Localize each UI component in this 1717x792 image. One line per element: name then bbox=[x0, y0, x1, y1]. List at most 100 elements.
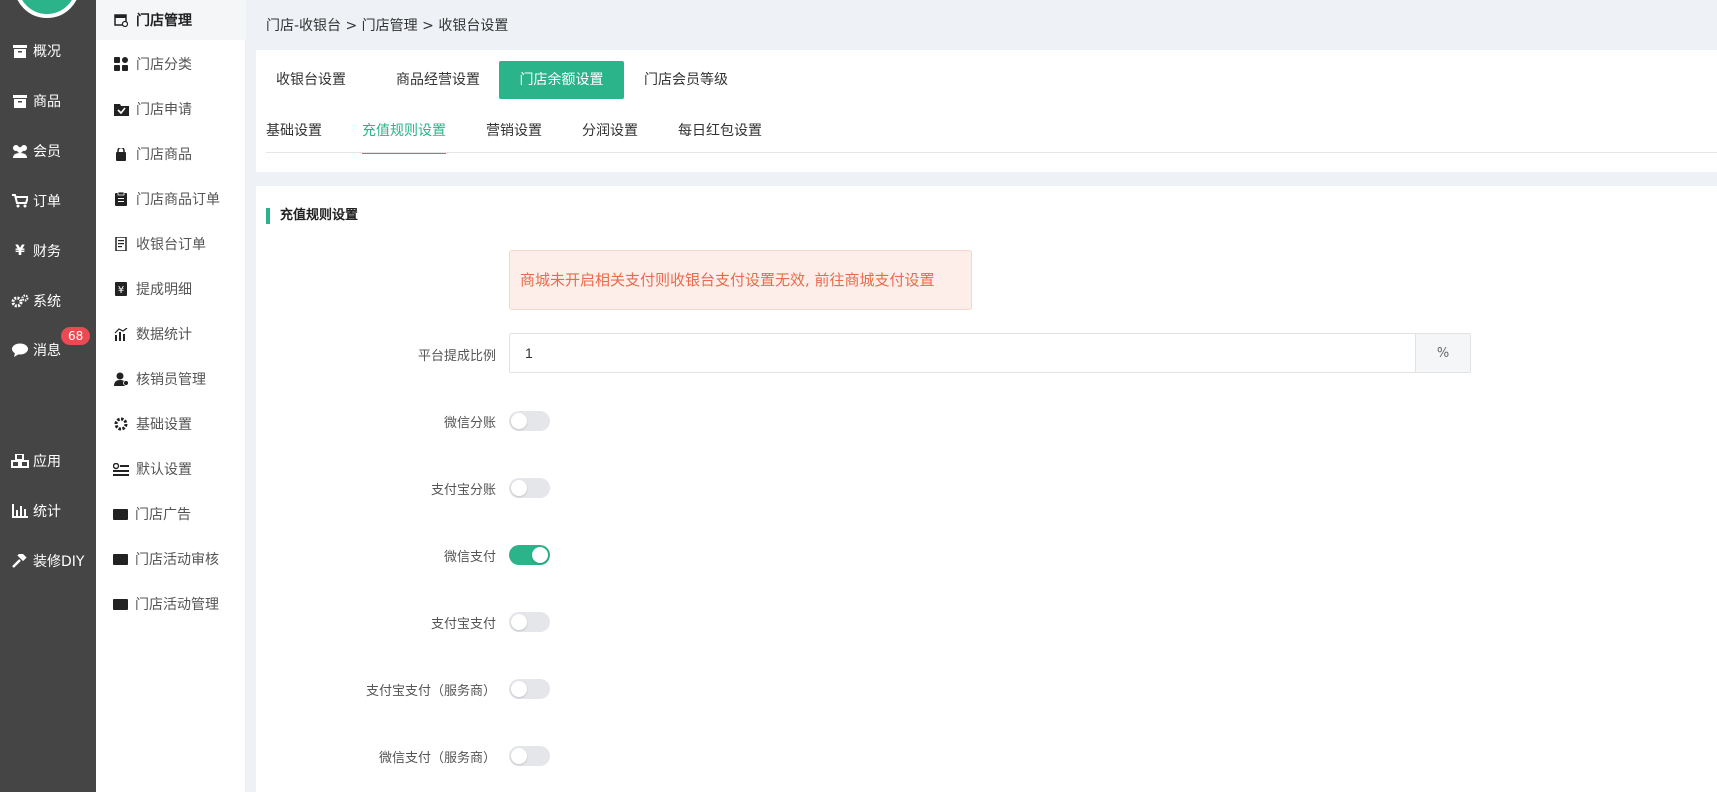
yen-note-icon: ¥ bbox=[113, 281, 129, 297]
subtab-profit-sharing[interactable]: 分润设置 bbox=[582, 122, 638, 154]
clipboard-icon bbox=[113, 191, 129, 207]
alipay-split-switch[interactable] bbox=[509, 478, 550, 498]
receipt-icon bbox=[113, 236, 129, 252]
nav-item-label: 应用 bbox=[33, 454, 61, 470]
sub-item-label: 门店申请 bbox=[136, 102, 192, 118]
sub-item-label: 数据统计 bbox=[136, 327, 192, 343]
main-sidebar: 概况 商品 会员 订单 ¥ 财务 系统 消息 68 应用 统计 装修DIY bbox=[0, 0, 96, 792]
commission-label: 平台提成比例 bbox=[417, 349, 496, 364]
wechat-pay-switch[interactable] bbox=[509, 545, 550, 565]
nav-item-diy[interactable]: 装修DIY bbox=[0, 541, 96, 581]
nav-item-finance[interactable]: ¥ 财务 bbox=[0, 231, 96, 271]
payment-warning-alert[interactable]: 商城未开启相关支付则收银台支付设置无效, 前往商城支付设置 bbox=[509, 250, 972, 310]
tab-store-member-levels[interactable]: 门店会员等级 bbox=[624, 61, 748, 99]
switch-knob bbox=[511, 614, 527, 630]
sub-item-store-goods[interactable]: 门店商品 bbox=[96, 134, 246, 174]
sub-item-store-goods-orders[interactable]: 门店商品订单 bbox=[96, 179, 246, 219]
commission-field: % bbox=[509, 333, 1471, 373]
switch-label: 支付宝分账 bbox=[430, 483, 496, 498]
percent-suffix: % bbox=[1415, 334, 1470, 372]
switch-label: 微信支付 bbox=[443, 550, 496, 565]
breadcrumb: 门店-收银台 > 门店管理 > 收银台设置 bbox=[266, 18, 509, 34]
logo-icon[interactable] bbox=[14, 0, 80, 18]
subtab-recharge-rules[interactable]: 充值规则设置 bbox=[362, 122, 446, 154]
sub-item-label: 门店管理 bbox=[136, 13, 192, 29]
sub-item-label: 门店商品 bbox=[136, 147, 192, 163]
sub-item-label: 门店商品订单 bbox=[136, 192, 220, 208]
sub-item-store-ads[interactable]: AD 门店广告 bbox=[96, 494, 246, 534]
subtab-daily-red-packet[interactable]: 每日红包设置 bbox=[678, 122, 762, 154]
sub-item-label: 基础设置 bbox=[136, 417, 192, 433]
tab-goods-operation-settings[interactable]: 商品经营设置 bbox=[376, 61, 500, 99]
alipay-provider-switch[interactable] bbox=[509, 679, 550, 699]
checked-folder-icon bbox=[113, 101, 129, 117]
cog-icon bbox=[113, 416, 129, 432]
nav-item-label: 财务 bbox=[33, 244, 61, 260]
nav-item-members[interactable]: 会员 bbox=[0, 131, 96, 171]
tab-cashier-settings[interactable]: 收银台设置 bbox=[256, 61, 366, 99]
sub-item-cashier-orders[interactable]: 收银台订单 bbox=[96, 224, 246, 264]
bag-icon bbox=[113, 146, 129, 162]
switch-knob bbox=[511, 681, 527, 697]
sub-item-label: 默认设置 bbox=[136, 462, 192, 478]
grid-icon bbox=[113, 56, 129, 72]
store-icon bbox=[113, 12, 129, 28]
user-check-icon bbox=[113, 371, 129, 387]
nav-item-system[interactable]: 系统 bbox=[0, 281, 96, 321]
nav-item-label: 订单 bbox=[33, 194, 61, 210]
list-settings-icon bbox=[113, 461, 129, 477]
sub-sidebar: 门店管理 门店分类 门店申请 门店商品 门店商品订单 收银台订单 ¥ 提成明细 bbox=[96, 0, 246, 792]
switch-label: 微信支付（服务商） bbox=[378, 751, 496, 766]
switch-label: 微信分账 bbox=[443, 416, 496, 431]
nav-item-goods[interactable]: 商品 bbox=[0, 81, 96, 121]
ad-icon: AD bbox=[113, 553, 128, 565]
subtab-marketing-settings[interactable]: 营销设置 bbox=[486, 122, 542, 154]
users-icon bbox=[11, 143, 29, 159]
sub-item-activity-management[interactable]: AD 门店活动管理 bbox=[96, 584, 246, 624]
archive-icon bbox=[11, 43, 29, 59]
section-title: 充值规则设置 bbox=[266, 208, 358, 224]
sub-item-label: 门店活动审核 bbox=[135, 552, 219, 568]
alipay-pay-switch[interactable] bbox=[509, 612, 550, 632]
wechat-provider-switch[interactable] bbox=[509, 746, 550, 766]
wechat-split-switch[interactable] bbox=[509, 411, 550, 431]
commission-input[interactable] bbox=[510, 334, 1415, 372]
sub-item-verifier-management[interactable]: 核销员管理 bbox=[96, 359, 246, 399]
switch-knob bbox=[511, 748, 527, 764]
switch-knob bbox=[511, 413, 527, 429]
nav-item-label: 概况 bbox=[33, 44, 61, 60]
sub-item-store-management[interactable]: 门店管理 bbox=[96, 0, 246, 40]
sub-item-label: 收银台订单 bbox=[136, 237, 206, 253]
nav-item-apps[interactable]: 应用 bbox=[0, 441, 96, 481]
bar-chart-icon bbox=[11, 503, 29, 519]
sub-item-store-application[interactable]: 门店申请 bbox=[96, 89, 246, 129]
sub-item-label: 门店广告 bbox=[135, 507, 191, 523]
nav-item-label: 商品 bbox=[33, 94, 61, 110]
svg-text:¥: ¥ bbox=[118, 285, 124, 296]
nav-item-label: 系统 bbox=[33, 294, 61, 310]
sub-item-store-category[interactable]: 门店分类 bbox=[96, 44, 246, 84]
yen-icon: ¥ bbox=[15, 243, 25, 259]
sub-item-label: 提成明细 bbox=[136, 282, 192, 298]
switch-knob bbox=[511, 480, 527, 496]
tab-store-balance-settings[interactable]: 门店余额设置 bbox=[499, 61, 624, 99]
ad-icon: AD bbox=[113, 598, 128, 610]
nav-item-label: 消息 bbox=[33, 343, 61, 359]
sub-item-default-settings[interactable]: 默认设置 bbox=[96, 449, 246, 489]
sub-item-data-stats[interactable]: 数据统计 bbox=[96, 314, 246, 354]
switch-label: 支付宝支付（服务商） bbox=[365, 684, 496, 699]
sub-item-activity-review[interactable]: AD 门店活动审核 bbox=[96, 539, 246, 579]
nav-item-orders[interactable]: 订单 bbox=[0, 181, 96, 221]
nav-item-overview[interactable]: 概况 bbox=[0, 31, 96, 71]
settings-tabs-card: 收银台设置 商品经营设置 门店余额设置 门店会员等级 基础设置 充值规则设置 营… bbox=[256, 50, 1717, 172]
chat-icon bbox=[11, 342, 29, 358]
sub-item-basic-settings[interactable]: 基础设置 bbox=[96, 404, 246, 444]
recharge-rules-form: 充值规则设置 商城未开启相关支付则收银台支付设置无效, 前往商城支付设置 平台提… bbox=[256, 186, 1717, 792]
switch-label: 支付宝支付 bbox=[430, 617, 496, 632]
nav-item-stats[interactable]: 统计 bbox=[0, 491, 96, 531]
gears-icon bbox=[11, 293, 29, 309]
subtab-basic-settings[interactable]: 基础设置 bbox=[266, 122, 322, 154]
nav-item-label: 会员 bbox=[33, 144, 61, 160]
sub-item-label: 门店活动管理 bbox=[135, 597, 219, 613]
sub-item-commission-details[interactable]: ¥ 提成明细 bbox=[96, 269, 246, 309]
